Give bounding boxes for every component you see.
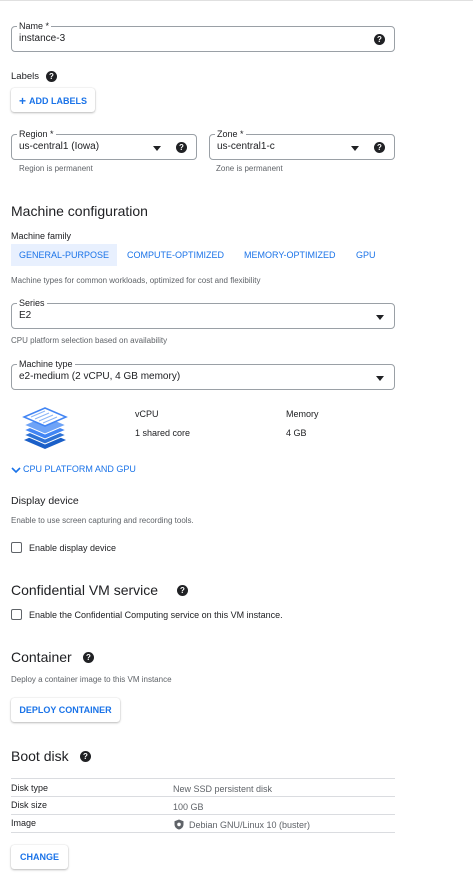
name-field-label: Name *: [17, 20, 52, 32]
name-field[interactable]: Name * instance-3 ?: [11, 20, 395, 52]
machine-family-label: Machine family: [11, 231, 72, 241]
labels-help-icon[interactable]: ?: [46, 71, 57, 82]
display-device-checkbox-label: Enable display device: [29, 543, 117, 553]
memory-header: Memory: [286, 409, 319, 419]
series-label: Series: [17, 297, 47, 309]
table-divider: [11, 814, 395, 815]
machine-type-label: Machine type: [17, 358, 75, 370]
tab-compute-optimized[interactable]: COMPUTE-OPTIMIZED: [123, 244, 228, 266]
container-hint: Deploy a container image to this VM inst…: [11, 675, 172, 684]
disk-type-key: Disk type: [11, 783, 49, 793]
zone-help-icon[interactable]: ?: [374, 142, 385, 153]
add-labels-button[interactable]: + ADD LABELS: [11, 88, 96, 112]
name-field-value[interactable]: instance-3: [19, 33, 65, 44]
zone-select[interactable]: Zone * us-central1-c ?: [209, 128, 395, 160]
region-label: Region *: [17, 128, 56, 140]
vcpu-value: 1 shared core: [135, 428, 191, 438]
labels-title: Labels: [11, 71, 39, 82]
boot-disk-help-icon[interactable]: ?: [80, 751, 91, 762]
tab-memory-optimized[interactable]: MEMORY-OPTIMIZED: [240, 244, 340, 266]
machine-config-title: Machine configuration: [11, 203, 148, 219]
chevron-down-icon: [376, 315, 384, 320]
display-device-title: Display device: [11, 495, 79, 507]
confidential-vm-title: Confidential VM service: [11, 582, 159, 598]
disk-size-key: Disk size: [11, 800, 48, 810]
cpu-platform-toggle[interactable]: CPU PLATFORM AND GPU: [11, 464, 136, 474]
confidential-checkbox[interactable]: [11, 609, 22, 620]
chevron-down-icon: [153, 146, 161, 151]
layers-icon: [22, 407, 68, 449]
region-hint: Region is permanent: [19, 164, 93, 173]
zone-label: Zone *: [215, 128, 246, 140]
zone-hint: Zone is permanent: [216, 164, 283, 173]
disk-size-value: 100 GB: [173, 802, 204, 812]
vcpu-header: vCPU: [135, 409, 159, 419]
series-select[interactable]: Series E2: [11, 297, 395, 329]
deploy-container-button[interactable]: DEPLOY CONTAINER: [11, 698, 120, 722]
container-help-icon[interactable]: ?: [83, 652, 94, 663]
zone-value: us-central1-c: [217, 141, 275, 152]
series-value: E2: [19, 310, 32, 321]
table-divider: [11, 778, 395, 779]
tab-general-purpose[interactable]: GENERAL-PURPOSE: [11, 244, 118, 266]
chevron-down-icon: [351, 146, 359, 151]
chevron-down-icon: [11, 467, 21, 473]
chevron-down-icon: [376, 376, 384, 381]
table-divider: [11, 832, 395, 833]
memory-value: 4 GB: [286, 428, 307, 438]
table-divider: [11, 796, 395, 797]
help-icon[interactable]: ?: [374, 34, 385, 45]
tab-gpu[interactable]: GPU: [352, 244, 380, 266]
region-help-icon[interactable]: ?: [176, 142, 187, 153]
disk-type-value: New SSD persistent disk: [173, 784, 273, 794]
region-select[interactable]: Region * us-central1 (Iowa) ?: [11, 128, 197, 160]
shield-icon: [174, 819, 184, 830]
top-divider: [0, 0, 473, 1]
machine-type-value: e2-medium (2 vCPU, 4 GB memory): [19, 371, 181, 382]
image-value: Debian GNU/Linux 10 (buster): [189, 820, 311, 830]
confidential-help-icon[interactable]: ?: [177, 585, 188, 596]
boot-disk-title: Boot disk: [11, 748, 69, 764]
confidential-checkbox-label: Enable the Confidential Computing servic…: [29, 610, 283, 620]
display-device-checkbox[interactable]: [11, 542, 22, 553]
plus-icon: +: [19, 94, 27, 108]
image-key: Image: [11, 818, 37, 828]
machine-type-select[interactable]: Machine type e2-medium (2 vCPU, 4 GB mem…: [11, 358, 395, 390]
display-device-hint: Enable to use screen capturing and recor…: [11, 516, 194, 525]
series-hint: CPU platform selection based on availabi…: [11, 336, 168, 345]
machine-family-hint: Machine types for common workloads, opti…: [11, 276, 261, 285]
region-value: us-central1 (Iowa): [19, 141, 100, 152]
change-boot-disk-button[interactable]: CHANGE: [11, 845, 68, 869]
container-title: Container: [11, 649, 72, 665]
